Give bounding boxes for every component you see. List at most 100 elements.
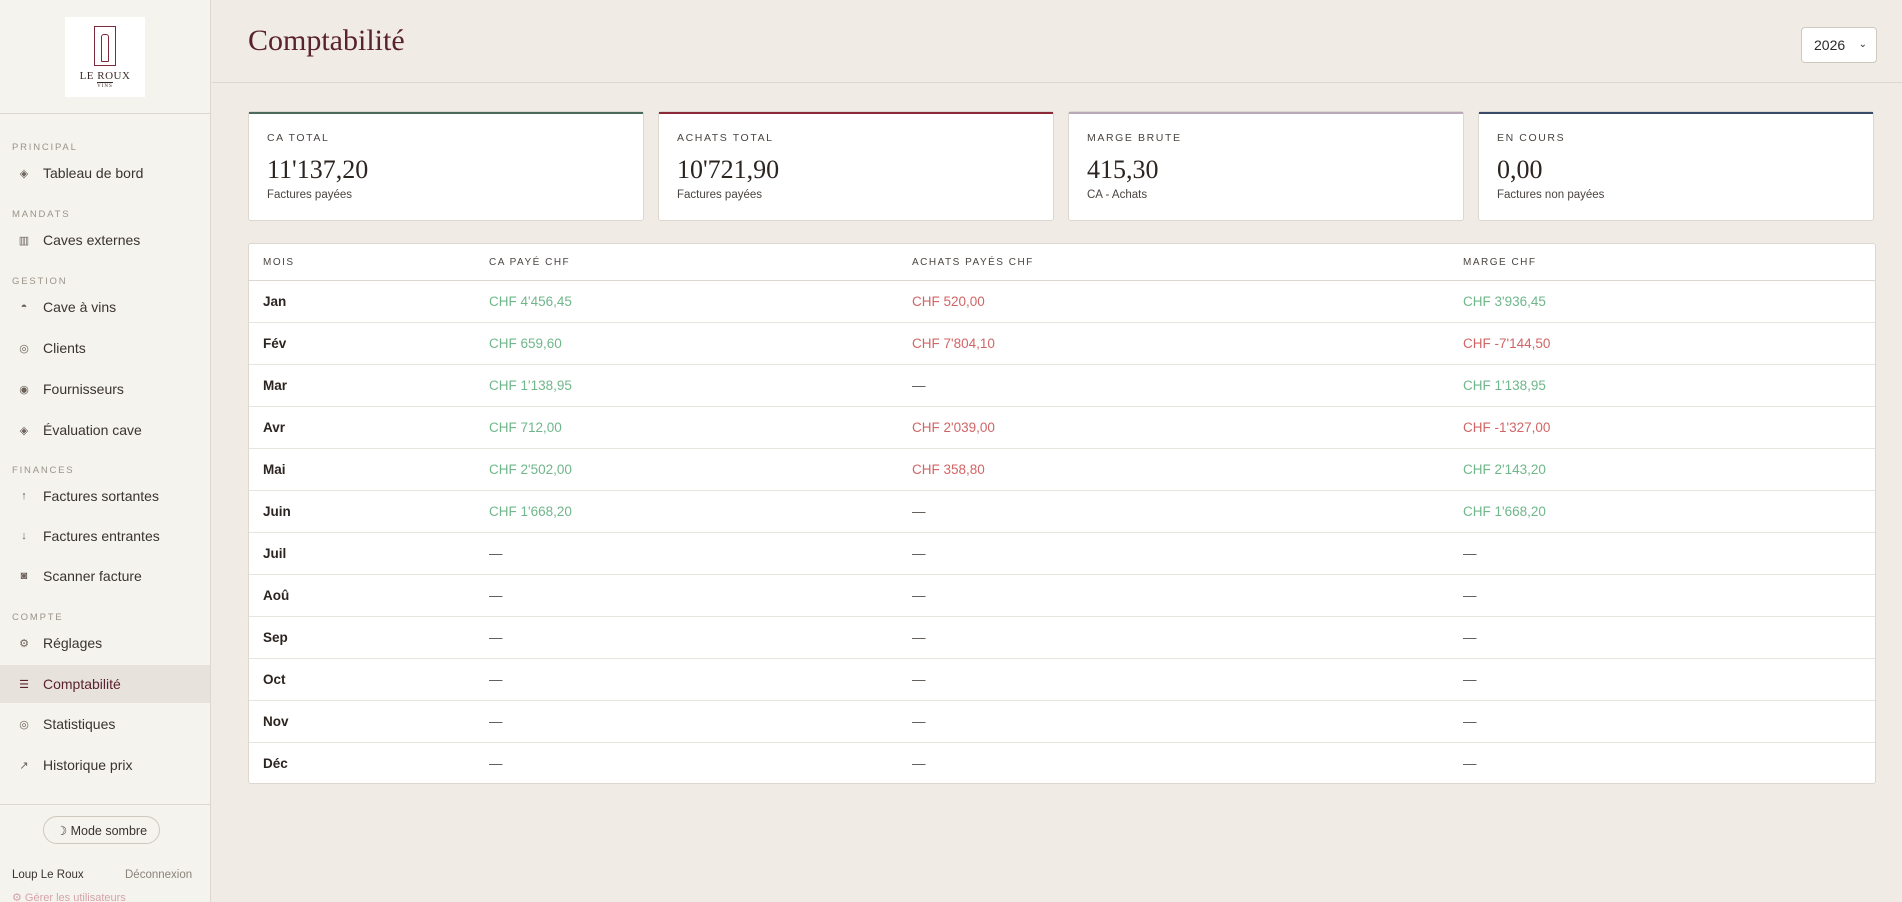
header-revenue: CA PAYÉ CHF [489, 257, 571, 268]
revenue-cell: — [489, 630, 503, 645]
trend-arrow-icon: ↗ [19, 759, 29, 772]
sidebar-item-statistiques[interactable]: ◎ Statistiques [0, 705, 210, 743]
sidebar-item-évaluation-cave[interactable]: ◈ Évaluation cave [0, 411, 210, 449]
card-subtitle: Factures non payées [1497, 189, 1605, 201]
margin-cell: — [1463, 546, 1477, 561]
month-cell: Jan [263, 294, 287, 309]
camera-icon: ◙ [20, 570, 28, 582]
accounting-table: MOIS CA PAYÉ CHF ACHATS PAYÉS CHF MARGE … [248, 243, 1876, 784]
sidebar-item-label: Évaluation cave [43, 422, 142, 438]
sidebar-item-label: Tableau de bord [43, 165, 144, 181]
top-bar: Comptabilité 2026 ⌄ [212, 0, 1902, 83]
summary-card-ca-total: CA TOTAL 11'137,20 Factures payées [248, 111, 644, 221]
sidebar-item-réglages[interactable]: ⚙ Réglages [0, 624, 210, 662]
sidebar-item-label: Historique prix [43, 757, 133, 773]
margin-cell: CHF -1'327,00 [1463, 420, 1551, 435]
margin-cell: CHF 1'138,95 [1463, 378, 1546, 393]
logo-sub: VINS [97, 81, 113, 89]
card-accent-bar [249, 112, 643, 114]
purchases-cell: — [912, 378, 926, 393]
revenue-cell: — [489, 714, 503, 729]
purchases-cell: — [912, 756, 926, 771]
purchases-cell: CHF 358,80 [912, 462, 985, 477]
purchases-cell: — [912, 588, 926, 603]
logo-area: LE ROUX VINS [0, 0, 210, 114]
sidebar-item-cave-à-vins[interactable]: ◓ Cave à vins [0, 288, 210, 326]
margin-cell: CHF -7'144,50 [1463, 336, 1551, 351]
card-accent-bar [1479, 112, 1873, 114]
month-cell: Avr [263, 420, 286, 435]
sidebar-item-clients[interactable]: ◎ Clients [0, 329, 210, 367]
circle-ring-icon: ◎ [19, 342, 29, 355]
revenue-cell: CHF 4'456,45 [489, 294, 572, 309]
month-cell: Mai [263, 462, 286, 477]
month-cell: Déc [263, 756, 288, 771]
month-cell: Nov [263, 714, 289, 729]
revenue-cell: CHF 1'138,95 [489, 378, 572, 393]
circle-dot-icon: ◉ [19, 383, 29, 396]
purchases-cell: CHF 2'039,00 [912, 420, 995, 435]
margin-cell: CHF 3'936,45 [1463, 294, 1546, 309]
diamond-icon: ◈ [19, 424, 29, 437]
sidebar-item-label: Comptabilité [43, 676, 121, 692]
user-name: Loup Le Roux [12, 869, 84, 881]
margin-cell: — [1463, 672, 1477, 687]
revenue-cell: — [489, 756, 503, 771]
purchases-cell: CHF 520,00 [912, 294, 985, 309]
header-margin: MARGE CHF [1463, 257, 1537, 268]
sidebar-item-tableau-de-bord[interactable]: ◈ Tableau de bord [0, 154, 210, 192]
header-purchases: ACHATS PAYÉS CHF [912, 257, 1034, 268]
table-row: Juin CHF 1'668,20 — CHF 1'668,20 [249, 491, 1875, 533]
sidebar-item-fournisseurs[interactable]: ◉ Fournisseurs [0, 370, 210, 408]
logo-name: LE ROUX [79, 69, 131, 82]
table-header: MOIS CA PAYÉ CHF ACHATS PAYÉS CHF MARGE … [249, 244, 1875, 281]
table-row: Mar CHF 1'138,95 — CHF 1'138,95 [249, 365, 1875, 407]
card-value: 415,30 [1087, 155, 1159, 184]
revenue-cell: CHF 659,60 [489, 336, 562, 351]
year-select[interactable]: 2026 ⌄ [1801, 27, 1877, 63]
logo[interactable]: LE ROUX VINS [65, 17, 145, 97]
sidebar-item-caves-externes[interactable]: ▥ Caves externes [0, 221, 210, 259]
margin-cell: CHF 1'668,20 [1463, 504, 1546, 519]
summary-card-en-cours: EN COURS 0,00 Factures non payées [1478, 111, 1874, 221]
table-row: Jan CHF 4'456,45 CHF 520,00 CHF 3'936,45 [249, 281, 1875, 323]
sidebar-item-label: Clients [43, 340, 86, 356]
card-accent-bar [659, 112, 1053, 114]
purchases-cell: — [912, 546, 926, 561]
sidebar-item-scanner-facture[interactable]: ◙ Scanner facture [0, 557, 210, 595]
card-subtitle: CA - Achats [1087, 189, 1148, 201]
purchases-cell: — [912, 714, 926, 729]
table-row: Nov — — — [249, 701, 1875, 743]
month-cell: Fév [263, 336, 287, 351]
purchases-cell: — [912, 630, 926, 645]
sidebar-item-factures-sortantes[interactable]: ↑ Factures sortantes [0, 477, 210, 515]
wine-glass-icon: ◓ [20, 301, 28, 313]
card-subtitle: Factures payées [267, 189, 353, 201]
manage-users-link[interactable]: ⚙ Gérer les utilisateurs [12, 891, 126, 902]
sidebar-item-historique-prix[interactable]: ↗ Historique prix [0, 746, 210, 784]
margin-cell: — [1463, 756, 1477, 771]
table-row: Mai CHF 2'502,00 CHF 358,80 CHF 2'143,20 [249, 449, 1875, 491]
purchases-cell: — [912, 672, 926, 687]
month-cell: Aoû [263, 588, 290, 603]
purchases-cell: — [912, 504, 926, 519]
section-label-gestion: GESTION [12, 276, 68, 287]
table-row: Déc — — — [249, 743, 1875, 783]
card-value: 0,00 [1497, 155, 1543, 184]
revenue-cell: — [489, 588, 503, 603]
sidebar-item-comptabilité[interactable]: ☰ Comptabilité [0, 665, 210, 703]
logout-link[interactable]: Déconnexion [125, 869, 192, 881]
sidebar: LE ROUX VINS PRINCIPAL ◈ Tableau de bord MA… [0, 0, 211, 902]
table-row: Avr CHF 712,00 CHF 2'039,00 CHF -1'327,00 [249, 407, 1875, 449]
section-label-principal: PRINCIPAL [12, 142, 78, 153]
sidebar-item-factures-entrantes[interactable]: ↓ Factures entrantes [0, 517, 210, 555]
bottle-icon [94, 25, 116, 66]
chevron-down-icon: ⌄ [1858, 39, 1867, 50]
sidebar-item-label: Factures entrantes [43, 528, 160, 544]
purchases-cell: CHF 7'804,10 [912, 336, 995, 351]
sidebar-item-label: Caves externes [43, 232, 141, 248]
sidebar-item-label: Fournisseurs [43, 381, 124, 397]
card-label: CA TOTAL [267, 132, 330, 144]
dark-mode-button[interactable]: ☽ Mode sombre [43, 816, 160, 844]
section-label-mandats: MANDATS [12, 209, 71, 220]
